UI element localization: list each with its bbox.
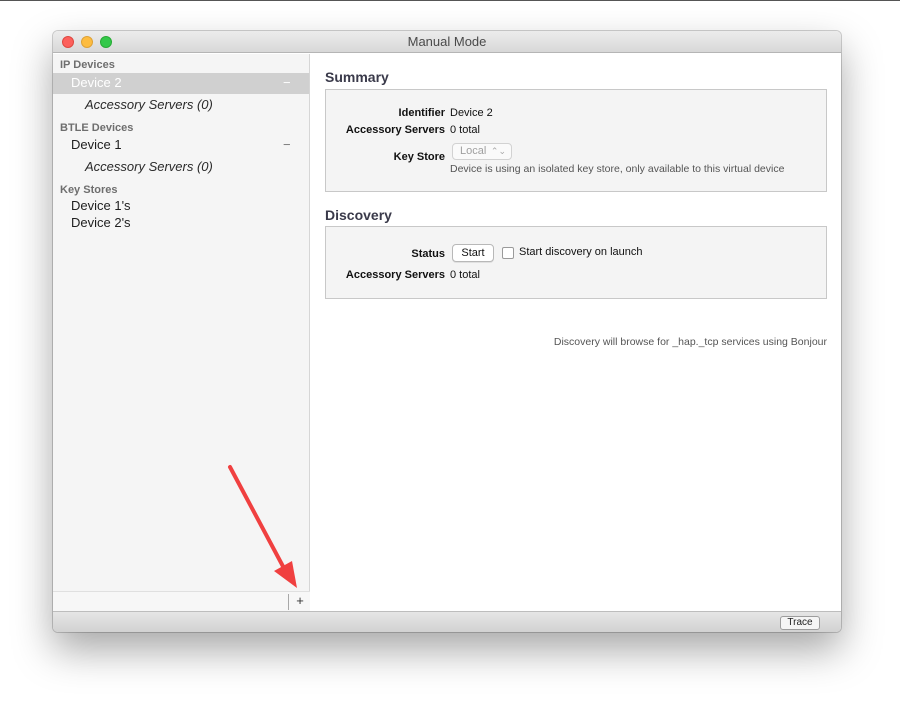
summary-accessory-servers-label: Accessory Servers [345, 124, 445, 136]
sidebar-item-label: Device 1 [71, 137, 122, 152]
identifier-label: Identifier [398, 107, 445, 119]
sidebar-item-device-2[interactable]: Device 2 − [53, 73, 309, 94]
footer-divider [288, 594, 289, 610]
status-bar: Trace [53, 611, 841, 632]
start-on-launch-checkbox[interactable] [502, 247, 514, 259]
sidebar-item-device-1[interactable]: Device 1 − [53, 135, 309, 156]
discovery-accessory-servers-value: 0 total [450, 269, 480, 281]
identifier-value: Device 2 [450, 107, 493, 119]
summary-box: Identifier Device 2 Accessory Servers 0 … [325, 89, 827, 192]
remove-device-2-button[interactable]: − [283, 75, 291, 90]
summary-title: Summary [325, 69, 389, 85]
status-label: Status [411, 248, 445, 260]
start-discovery-button[interactable]: Start [452, 244, 494, 262]
chevron-up-down-icon: ⌃⌄ [490, 146, 506, 156]
title-bar[interactable]: Manual Mode [53, 31, 841, 53]
start-on-launch-label[interactable]: Start discovery on launch [519, 246, 643, 258]
top-border-line [0, 0, 900, 1]
close-window-button[interactable] [62, 36, 74, 48]
zoom-window-button[interactable] [100, 36, 112, 48]
key-store-popup[interactable]: Local ⌃⌄ [452, 143, 512, 160]
window-title: Manual Mode [407, 34, 487, 49]
app-window: Manual Mode IP Devices Device 2 − Access… [53, 31, 841, 632]
detail-pane: Summary Identifier Device 2 Accessory Se… [311, 54, 841, 611]
sidebar-item-key-store-device-2[interactable]: Device 2's [53, 213, 309, 234]
sidebar-footer: + [53, 591, 310, 611]
discovery-title: Discovery [325, 207, 392, 223]
sidebar: IP Devices Device 2 − Accessory Servers … [53, 54, 310, 611]
discovery-accessory-servers-label: Accessory Servers [345, 269, 445, 281]
discovery-box: Status Start Start discovery on launch A… [325, 226, 827, 299]
discovery-note: Discovery will browse for _hap._tcp serv… [553, 336, 827, 348]
sidebar-item-label: Device 1's [71, 198, 131, 213]
sidebar-item-accessory-servers-device-2[interactable]: Accessory Servers (0) [85, 97, 213, 112]
key-store-hint: Device is using an isolated key store, o… [450, 163, 785, 175]
add-device-button[interactable]: + [293, 593, 307, 610]
minimize-window-button[interactable] [81, 36, 93, 48]
sidebar-item-accessory-servers-device-1[interactable]: Accessory Servers (0) [85, 159, 213, 174]
sidebar-item-label: Device 2's [71, 215, 131, 230]
key-store-popup-value: Local [460, 145, 487, 157]
sidebar-item-label: Device 2 [71, 75, 122, 90]
summary-accessory-servers-value: 0 total [450, 124, 480, 136]
key-store-label: Key Store [393, 151, 445, 163]
remove-device-1-button[interactable]: − [283, 137, 291, 152]
group-header-ip-devices: IP Devices [60, 59, 115, 71]
group-header-btle-devices: BTLE Devices [60, 122, 134, 134]
group-header-key-stores: Key Stores [60, 184, 118, 196]
trace-button[interactable]: Trace [780, 616, 820, 630]
